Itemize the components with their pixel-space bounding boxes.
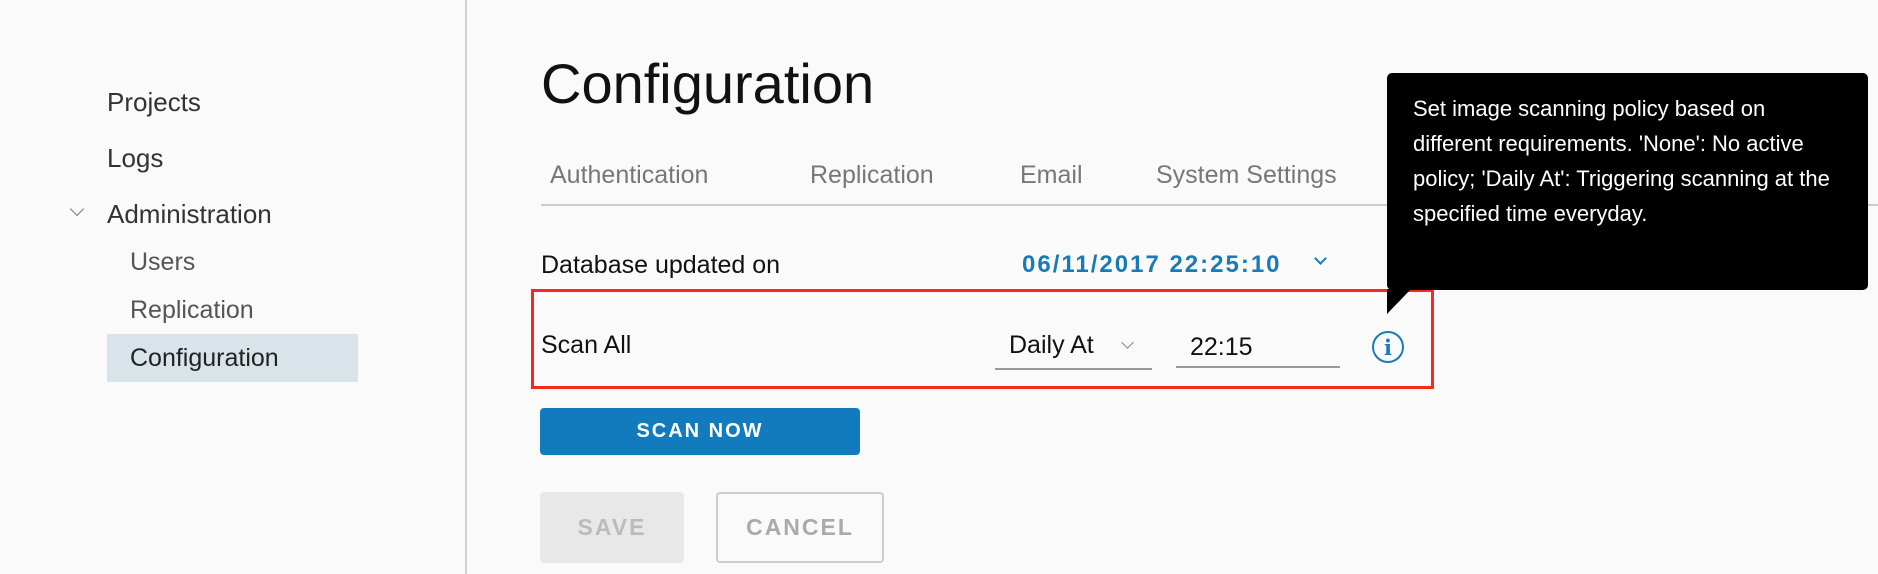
sidebar-divider	[465, 0, 467, 574]
tab-authentication[interactable]: Authentication	[550, 160, 708, 190]
info-circle-icon[interactable]: i	[1372, 331, 1404, 363]
scan-time-input[interactable]	[1176, 328, 1340, 368]
sidebar-item-users[interactable]: Users	[130, 247, 195, 277]
chevron-down-icon	[1121, 336, 1134, 349]
tab-replication[interactable]: Replication	[810, 160, 934, 190]
sidebar-item-configuration[interactable]: Configuration	[107, 334, 358, 382]
sidebar-item-administration[interactable]: Administration	[107, 199, 272, 229]
scan-policy-value: Daily At	[1009, 331, 1094, 359]
sidebar-item-replication[interactable]: Replication	[130, 295, 254, 325]
tab-system-settings[interactable]: System Settings	[1156, 160, 1337, 190]
sidebar-item-logs[interactable]: Logs	[107, 143, 163, 173]
scan-all-label: Scan All	[541, 331, 632, 359]
save-button[interactable]: SAVE	[540, 492, 684, 563]
scan-now-button[interactable]: SCAN NOW	[540, 408, 860, 455]
sidebar-item-label: Configuration	[130, 344, 279, 372]
tab-email[interactable]: Email	[1020, 160, 1083, 190]
database-updated-value[interactable]: 06/11/2017 22:25:10	[1022, 250, 1282, 280]
cancel-button[interactable]: CANCEL	[716, 492, 884, 563]
tooltip: Set image scanning policy based on diffe…	[1387, 73, 1868, 290]
chevron-down-icon[interactable]	[69, 201, 85, 217]
database-updated-label: Database updated on	[541, 251, 781, 279]
scan-policy-select[interactable]: Daily At	[995, 328, 1152, 370]
chevron-down-icon[interactable]	[1314, 252, 1327, 265]
page-title: Configuration	[541, 52, 875, 115]
tooltip-tail	[1387, 289, 1411, 314]
sidebar-item-projects[interactable]: Projects	[107, 87, 201, 117]
